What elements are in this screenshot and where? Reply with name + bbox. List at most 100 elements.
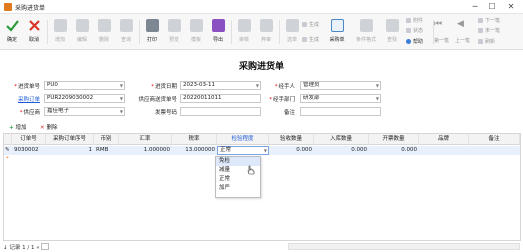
last-record-button[interactable]: 末一笔 <box>478 28 500 35</box>
confirm-button[interactable]: 确定 <box>1 17 23 47</box>
conditional-format-button[interactable]: 条件格式 <box>352 17 380 47</box>
audit-button[interactable]: 审核 <box>233 17 255 47</box>
cell-stock-qty[interactable]: 0.000 <box>314 146 369 155</box>
cancel-button[interactable]: 取消 <box>23 17 45 47</box>
invoice-field[interactable] <box>180 107 261 116</box>
dropdown-arrow-icon[interactable]: ▼ <box>264 147 267 154</box>
page-box[interactable] <box>41 243 50 250</box>
close-button[interactable]: ✕ <box>504 2 518 12</box>
template-icon <box>189 19 203 32</box>
col-order-no[interactable]: 订单号 <box>12 134 46 145</box>
preview-button[interactable]: 预览 <box>163 17 185 47</box>
supplier-ship-field[interactable]: 20220011011 <box>180 94 261 103</box>
next-record-button[interactable]: 下一笔 <box>478 18 500 25</box>
maximize-button[interactable]: ☐ <box>485 2 499 12</box>
title-bar: 采购进货单 ─ ☐ ✕ <box>0 0 523 14</box>
help-button[interactable]: 帮助 <box>406 39 423 46</box>
cell-order-seq[interactable]: 1 <box>46 146 94 155</box>
cell-remark[interactable] <box>469 146 520 155</box>
dept-field[interactable]: 研发部 ▼ <box>300 94 381 103</box>
handler-label: *经手人 <box>274 84 295 90</box>
select-doc-icon <box>285 19 299 32</box>
refresh-icon <box>478 39 483 44</box>
dropdown-arrow-icon: ▼ <box>119 96 123 101</box>
cell-tax[interactable]: 13.000000 <box>172 146 217 155</box>
toolbar-separator <box>139 20 140 44</box>
toolbar-separator <box>231 20 232 44</box>
last-icon <box>478 28 483 33</box>
remark-label: 备注 <box>283 110 295 116</box>
find-button[interactable]: 查找 <box>381 17 403 47</box>
grid-toolbar: + 增加 ✕ 删除 <box>0 122 523 132</box>
main-toolbar: 确定 取消 增加 编辑 删除 查询 打印 预览 模板 导出 审核 弃审 选单 生… <box>0 14 523 50</box>
preview-icon <box>167 19 181 32</box>
unaudit-button[interactable]: 弃审 <box>255 17 277 47</box>
template-button[interactable]: 模板 <box>185 17 207 47</box>
first-record-button[interactable]: 第一笔 <box>434 38 449 45</box>
dropdown-arrow-icon: ▼ <box>119 83 123 88</box>
unaudit-icon <box>259 19 273 32</box>
purchase-order-button[interactable]: 采购单 <box>324 17 350 47</box>
generate-button-1[interactable]: 生成 <box>302 22 319 29</box>
col-accept-qty[interactable]: 验收数量 <box>269 134 314 145</box>
cell-order-no[interactable]: 9030002 <box>12 146 46 155</box>
remark-field[interactable] <box>300 107 381 116</box>
col-currency[interactable]: 币别 <box>94 134 119 145</box>
table-row[interactable]: ✎ 9030002 1 RMB 1.000000 13.000000 正常 ▼ 0… <box>4 146 520 155</box>
col-order-seq[interactable]: 采购订单序号 <box>46 134 94 145</box>
grid-add-button[interactable]: + 增加 <box>9 123 27 131</box>
purchase-order-link[interactable]: 采购订单 <box>8 95 40 103</box>
col-brand[interactable]: 品牌 <box>419 134 469 145</box>
new-row-marker: * <box>6 156 9 162</box>
search-doc-icon <box>119 19 133 32</box>
col-rate[interactable]: 汇率 <box>119 134 172 145</box>
next-icon <box>478 18 483 23</box>
doc-no-field[interactable]: PU0 ▼ <box>44 81 125 90</box>
supplier-field[interactable]: 嘉佳电子 ▼ <box>44 107 125 116</box>
check-icon <box>5 20 19 32</box>
binoculars-icon <box>385 19 399 32</box>
grid-delete-button[interactable]: ✕ 删除 <box>40 123 58 131</box>
horizontal-scrollbar[interactable] <box>288 243 520 250</box>
export-icon <box>211 19 225 32</box>
generate-button-2[interactable]: 生成 <box>302 37 319 44</box>
prev-record-button[interactable]: 上一笔 <box>455 38 470 45</box>
attachment-button[interactable]: 附件 <box>406 18 423 25</box>
calendar-dropdown-icon: ▼ <box>255 83 259 88</box>
new-row[interactable]: * <box>4 155 520 164</box>
col-tax[interactable]: 税率 <box>172 134 217 145</box>
cell-inspection-editor[interactable]: 正常 ▼ <box>217 146 269 155</box>
toolbar-separator <box>47 20 48 44</box>
date-field[interactable]: 2023-03-11 ▼ <box>180 81 261 90</box>
edit-doc-icon <box>75 19 89 32</box>
cell-currency[interactable]: RMB <box>94 146 119 155</box>
col-inspection[interactable]: 检验程度 <box>217 134 269 145</box>
col-invoice-qty[interactable]: 开票数量 <box>369 134 419 145</box>
close-icon <box>28 20 40 31</box>
print-button[interactable]: 打印 <box>141 17 163 47</box>
purchase-order-field[interactable]: PUR2209030002 ▼ <box>44 94 125 103</box>
query-button[interactable]: 查询 <box>115 17 137 47</box>
export-button[interactable]: 导出 <box>207 17 229 47</box>
delete-doc-icon <box>97 19 111 32</box>
cell-invoice-qty[interactable]: 0.000 <box>369 146 419 155</box>
minimize-button[interactable]: ─ <box>468 2 482 12</box>
cell-rate[interactable]: 1.000000 <box>119 146 172 155</box>
refresh-button[interactable]: 刷新 <box>478 39 495 46</box>
date-label: *进货日期 <box>151 84 177 90</box>
col-remark[interactable]: 备注 <box>469 134 520 145</box>
status-button[interactable]: 状态 <box>406 28 423 35</box>
cell-brand[interactable] <box>419 146 469 155</box>
select-doc-button[interactable]: 选单 <box>281 17 303 47</box>
cell-accept-qty[interactable]: 0.000 <box>269 146 314 155</box>
row-indicator-header <box>4 134 12 145</box>
form-title: 采购进货单 <box>238 62 284 72</box>
delete-button[interactable]: 删除 <box>93 17 115 47</box>
handler-field[interactable]: 管理员 ▼ <box>300 81 381 90</box>
app-icon <box>4 3 12 11</box>
col-stock-qty[interactable]: 入库数量 <box>314 134 369 145</box>
inspection-option-tightened[interactable]: 加严 <box>216 184 260 193</box>
edit-button[interactable]: 编辑 <box>71 17 93 47</box>
inspection-option-normal[interactable]: 正常 <box>216 175 260 184</box>
add-button[interactable]: 增加 <box>49 17 71 47</box>
